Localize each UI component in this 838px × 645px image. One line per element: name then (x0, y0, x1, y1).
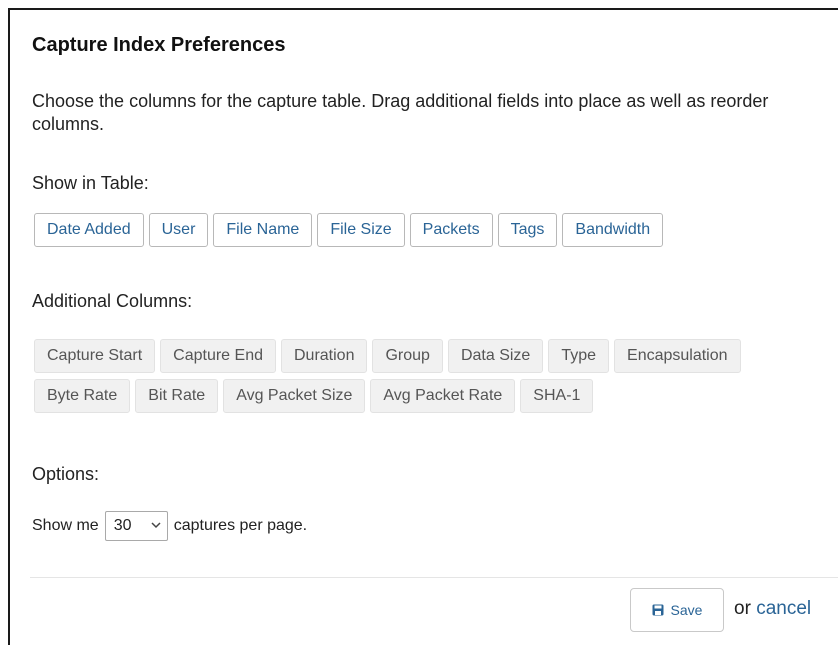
per-page-value: 30 (113, 517, 132, 534)
column-chip-bit-rate[interactable]: Bit Rate (135, 379, 219, 413)
per-page-option: Show me 30 captures per page. (32, 511, 307, 541)
column-chip-capture-end[interactable]: Capture End (160, 339, 276, 373)
show-in-table-columns: Date Added User File Name File Size Pack… (34, 213, 668, 247)
additional-columns-label: Additional Columns: (32, 291, 193, 311)
column-chip-date-added[interactable]: Date Added (34, 213, 144, 247)
column-chip-data-size[interactable]: Data Size (447, 339, 544, 373)
column-chip-encapsulation[interactable]: Encapsulation (614, 339, 741, 373)
footer-divider (30, 577, 838, 578)
show-in-table-label: Show in Table: (32, 173, 149, 193)
chevron-down-icon (151, 520, 161, 532)
per-page-select[interactable]: 30 (104, 511, 168, 541)
column-chip-file-size[interactable]: File Size (317, 213, 405, 247)
additional-columns-row-2: Byte Rate Bit Rate Avg Packet Size Avg P… (34, 379, 598, 413)
column-chip-sha-1[interactable]: SHA-1 (520, 379, 594, 413)
footer-actions-text: or cancel (734, 598, 811, 620)
dialog-description: Choose the columns for the capture table… (32, 91, 769, 134)
per-page-prefix: Show me (32, 517, 99, 534)
column-chip-packets[interactable]: Packets (409, 213, 493, 247)
floppy-disk-icon (652, 604, 664, 616)
additional-columns-row-1: Capture Start Capture End Duration Group… (34, 339, 746, 373)
column-chip-avg-packet-rate[interactable]: Avg Packet Rate (370, 379, 516, 413)
save-label: Save (670, 602, 703, 618)
column-chip-duration[interactable]: Duration (281, 339, 368, 373)
column-chip-avg-packet-size[interactable]: Avg Packet Size (223, 379, 366, 413)
column-chip-byte-rate[interactable]: Byte Rate (34, 379, 131, 413)
or-text: or (734, 598, 751, 619)
per-page-suffix: captures per page. (173, 517, 308, 534)
options-label: Options: (32, 464, 100, 484)
column-chip-user[interactable]: User (148, 213, 209, 247)
cancel-link[interactable]: cancel (756, 598, 811, 619)
column-chip-type[interactable]: Type (548, 339, 610, 373)
dialog-title: Capture Index Preferences (32, 34, 286, 56)
save-button[interactable]: Save (630, 588, 724, 632)
column-chip-file-name[interactable]: File Name (213, 213, 313, 247)
capture-index-preferences-dialog: Capture Index Preferences Choose the col… (8, 8, 838, 645)
dialog-body: Capture Index Preferences Choose the col… (30, 10, 838, 645)
column-chip-bandwidth[interactable]: Bandwidth (562, 213, 664, 247)
column-chip-group[interactable]: Group (372, 339, 443, 373)
column-chip-tags[interactable]: Tags (497, 213, 558, 247)
column-chip-capture-start[interactable]: Capture Start (34, 339, 156, 373)
